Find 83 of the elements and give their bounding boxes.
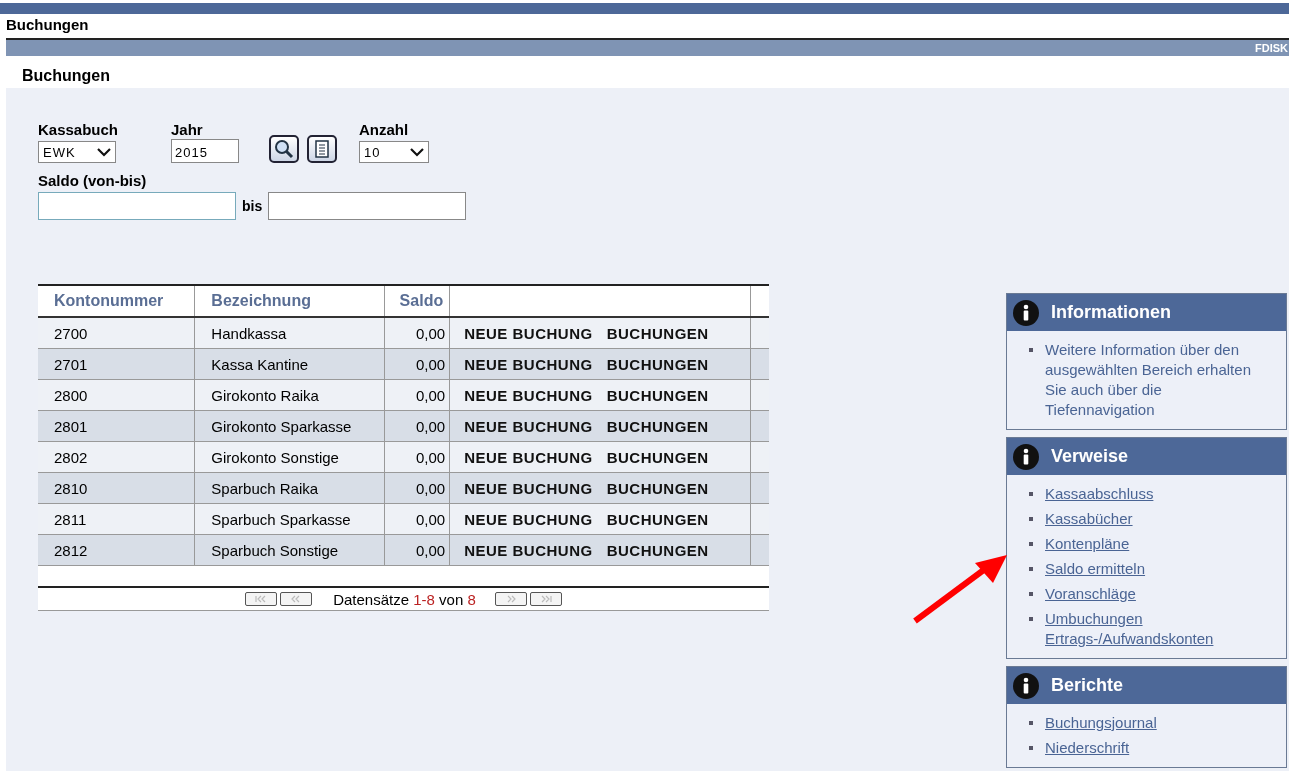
saldo-to-field[interactable] (268, 192, 467, 220)
table-cell: 2701 (38, 348, 195, 380)
sidebar-link[interactable]: Buchungsjournal (1045, 713, 1157, 733)
table-cell: 0,00 (384, 410, 450, 442)
list-button[interactable] (307, 135, 337, 163)
search-button[interactable] (269, 135, 299, 163)
table-cell: 2700 (38, 317, 195, 349)
search-icon (274, 139, 294, 159)
bullet-icon (1029, 348, 1033, 352)
sidebar-link[interactable]: Kassaabschluss (1045, 484, 1154, 504)
table-cell: 0,00 (384, 472, 450, 504)
table-cell: Sparbuch Sonstige (194, 534, 385, 566)
table-cell: Sparbuch Raika (194, 472, 385, 504)
bullet-icon (1029, 721, 1033, 725)
bullet-icon (1029, 542, 1033, 546)
sidebar-link[interactable]: Saldo ermitteln (1045, 559, 1146, 579)
bullet-icon (1029, 592, 1033, 596)
table-cell: Girokonto Sparkasse (194, 410, 385, 442)
section-title: Buchungen (21, 66, 111, 86)
chevron-icon (96, 146, 112, 158)
table-cell: 2801 (38, 410, 195, 442)
action-link[interactable]: BUCHUNGEN (606, 479, 709, 497)
saldo-from-field[interactable] (38, 192, 236, 220)
panel-title: Berichte (1051, 675, 1124, 696)
jahr-field[interactable]: 2015 (171, 139, 239, 163)
table-cell: Handkassa (194, 317, 385, 349)
bullet-icon (1029, 746, 1033, 750)
action-link[interactable]: NEUE BUCHUNG (464, 448, 593, 466)
table-cell: Sparbuch Sparkasse (194, 503, 385, 535)
action-link[interactable]: NEUE BUCHUNG (464, 355, 593, 373)
brand-label: FDISK (1255, 42, 1289, 54)
anzahl-label: Anzahl (359, 121, 410, 139)
panel-title: Verweise (1051, 446, 1129, 467)
action-link[interactable]: NEUE BUCHUNG (464, 417, 593, 435)
bullet-icon (1029, 617, 1033, 621)
bullet-icon (1029, 492, 1033, 496)
bullet-icon (1029, 517, 1033, 521)
table-cell: Girokonto Raika (194, 379, 385, 411)
table-cell: 0,00 (384, 441, 450, 473)
action-link[interactable]: NEUE BUCHUNG (464, 386, 593, 404)
panel-title: Informationen (1051, 302, 1171, 323)
sidebar-link[interactable]: Voranschläge (1045, 584, 1136, 604)
bis-label: bis (242, 198, 263, 214)
sidebar-link[interactable]: Niederschrift (1045, 738, 1130, 758)
table-cell: 2812 (38, 534, 195, 566)
table-cell: 2810 (38, 472, 195, 504)
action-link[interactable]: BUCHUNGEN (606, 417, 709, 435)
action-link[interactable]: BUCHUNGEN (606, 541, 709, 559)
table-cell: 0,00 (384, 503, 450, 535)
table-cell: 2800 (38, 379, 195, 411)
table-cell: 2811 (38, 503, 195, 535)
action-link[interactable]: NEUE BUCHUNG (464, 510, 593, 528)
table-cell: 0,00 (384, 348, 450, 380)
info-icon (1013, 299, 1039, 326)
action-link[interactable]: BUCHUNGEN (606, 355, 709, 373)
table-cell: 0,00 (384, 534, 450, 566)
info-text: Weitere Information über den ausgewählten Bereich erhalten Sie auch über die Tiefennavigation (1045, 340, 1252, 420)
record-count: Datensätze 1-8 von 8 (333, 590, 476, 608)
kassabuch-dropdown[interactable]: EWK (38, 141, 116, 163)
sidebar-link[interactable]: Umbuchungen Ertrags-/Aufwandskonten (1045, 609, 1266, 649)
action-link[interactable]: BUCHUNGEN (606, 510, 709, 528)
sidebar-link[interactable]: Kontenpläne (1045, 534, 1130, 554)
action-link[interactable]: BUCHUNGEN (606, 448, 709, 466)
info-icon (1013, 443, 1039, 470)
table-cell: 0,00 (384, 317, 450, 349)
bullet-icon (1029, 567, 1033, 571)
table-cell: 2802 (38, 441, 195, 473)
kassabuch-label: Kassabuch (38, 121, 120, 139)
action-link[interactable]: NEUE BUCHUNG (464, 324, 593, 342)
action-link[interactable]: NEUE BUCHUNG (464, 541, 593, 559)
table-cell: Kassa Kantine (194, 348, 385, 380)
saldo-label: Saldo (von-bis) (38, 172, 148, 190)
info-icon (1013, 672, 1039, 699)
action-link[interactable]: BUCHUNGEN (606, 324, 709, 342)
list-icon (315, 140, 329, 158)
sidebar-link[interactable]: Kassabücher (1045, 509, 1133, 529)
action-link[interactable]: NEUE BUCHUNG (464, 479, 593, 497)
table-cell: Girokonto Sonstige (194, 441, 385, 473)
jahr-label: Jahr (171, 121, 204, 139)
anzahl-dropdown[interactable]: 10 (359, 141, 429, 163)
action-link[interactable]: BUCHUNGEN (606, 386, 709, 404)
chevron-icon (409, 146, 425, 158)
table-cell: 0,00 (384, 379, 450, 411)
